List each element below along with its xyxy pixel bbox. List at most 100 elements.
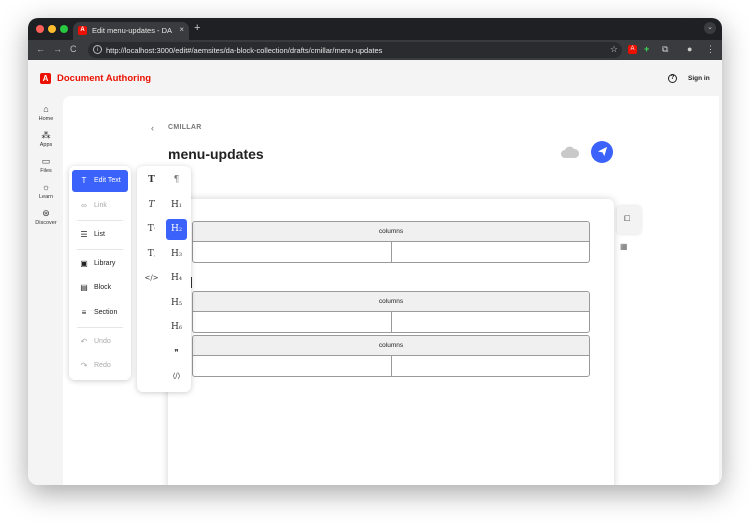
address-bar[interactable]: i http://localhost:3000/edit#/aemsites/d… [88, 42, 622, 58]
help-icon[interactable]: ? [668, 74, 677, 83]
table-cell[interactable] [193, 242, 392, 262]
menu-item-section[interactable]: ≡ Section [72, 302, 128, 324]
menu-item-list[interactable]: ☰ List [72, 224, 128, 246]
new-tab-button[interactable]: + [194, 22, 200, 34]
block-header: columns [193, 292, 589, 312]
page-title: menu-updates [168, 146, 264, 162]
tab-close-icon[interactable]: × [179, 25, 184, 34]
breadcrumb[interactable]: CMILLAR [168, 124, 202, 131]
nav-learn[interactable]: ☼ Learn [32, 182, 60, 200]
nav-discover-label: Discover [35, 220, 57, 226]
back-chevron-icon[interactable]: ‹ [151, 123, 154, 133]
folder-icon: ▭ [41, 156, 51, 166]
send-icon [597, 146, 607, 157]
list-icon: ☰ [80, 230, 88, 239]
extensions-puzzle-icon[interactable]: ⧉ [662, 44, 668, 55]
block-header: columns [193, 336, 589, 356]
table-cell[interactable] [392, 312, 590, 332]
text-format-menu: T T T' T, </> ¶ H1 H2 H3 H4 H5 H6 ❞ ⟨/⟩ [137, 166, 191, 392]
insert-menu: T Edit Text ∞ Link ☰ List ▣ Library ▤ Bl… [69, 166, 131, 380]
menu-item-label: List [94, 231, 105, 238]
comment-icon: ⧠ [624, 214, 631, 223]
divider [77, 327, 123, 328]
columns-block[interactable]: columns [192, 291, 590, 333]
home-icon: ⌂ [43, 104, 49, 114]
menu-item-label: Library [94, 260, 116, 267]
text-caret [191, 277, 192, 288]
browser-toolbar: ← → C i http://localhost:3000/edit#/aems… [28, 40, 722, 60]
text-icon: T [81, 176, 87, 185]
table-row [193, 312, 589, 332]
blockquote-icon[interactable]: ❞ [166, 342, 187, 363]
nav-files-label: Files [40, 168, 52, 174]
nav-apps[interactable]: ⁂ Apps [32, 130, 60, 148]
editor-surface[interactable]: columns columns columns [168, 199, 614, 485]
menu-item-undo[interactable]: ↶ Undo [72, 331, 128, 353]
section-icon: ≡ [81, 308, 87, 317]
heading-4-icon[interactable]: H4 [166, 268, 187, 289]
menu-item-library[interactable]: ▣ Library [72, 253, 128, 275]
divider [77, 220, 123, 221]
table-cell[interactable] [392, 356, 590, 376]
reload-button[interactable]: C [70, 44, 77, 54]
heading-3-icon[interactable]: H3 [166, 244, 187, 265]
sign-in-button[interactable]: Sign in [688, 75, 710, 82]
nav-discover[interactable]: ⊛ Discover [32, 208, 60, 226]
table-cell[interactable] [392, 242, 590, 262]
adobe-extension-icon[interactable]: A [628, 45, 637, 54]
library-icon: ▣ [80, 259, 88, 268]
undo-icon: ↶ [80, 337, 88, 346]
nav-learn-label: Learn [38, 194, 54, 200]
menu-item-redo[interactable]: ↷ Redo [72, 355, 128, 377]
paragraph-icon[interactable]: ¶ [166, 170, 187, 191]
browser-tab[interactable]: A Edit menu-updates - DA × [73, 22, 189, 40]
nav-home-label: Home [38, 116, 54, 122]
tab-search-button[interactable]: ⌄ [704, 22, 716, 34]
heading-1-icon[interactable]: H1 [166, 195, 187, 216]
comments-button[interactable]: ⧠ [617, 206, 641, 234]
menu-item-label: Section [94, 309, 118, 316]
bold-text-icon[interactable]: T [141, 170, 162, 191]
maximize-window-button[interactable] [60, 25, 68, 33]
redo-icon: ↷ [80, 361, 88, 370]
close-window-button[interactable] [36, 25, 44, 33]
subscript-icon[interactable]: T, [141, 244, 162, 265]
title-bar: A Edit menu-updates - DA × + ⌄ [28, 18, 722, 40]
forward-button[interactable]: → [53, 44, 62, 54]
menu-item-link[interactable]: ∞ Link [72, 195, 128, 217]
apps-icon: ⁂ [41, 130, 51, 140]
browser-menu-icon[interactable]: ⋮ [706, 44, 715, 55]
cloud-icon [561, 146, 580, 158]
heading-2-icon[interactable]: H2 [166, 219, 187, 240]
minimize-window-button[interactable] [48, 25, 56, 33]
table-row [193, 242, 589, 262]
table-cell[interactable] [193, 312, 392, 332]
plus-extension-icon[interactable]: + [644, 44, 649, 54]
nav-home[interactable]: ⌂ Home [32, 104, 60, 122]
divider [77, 249, 123, 250]
bookmark-star-icon[interactable]: ☆ [610, 44, 618, 55]
menu-item-label: Block [94, 284, 112, 291]
code-block-icon[interactable]: ⟨/⟩ [166, 366, 187, 387]
app-area: A Document Authoring ? Sign in ⌂ Home ⁂ … [28, 60, 722, 485]
menu-item-block[interactable]: ▤ Block [72, 277, 128, 299]
code-icon[interactable]: </> [141, 268, 162, 289]
block-header: columns [193, 222, 589, 242]
italic-text-icon[interactable]: T [141, 195, 162, 216]
nav-files[interactable]: ▭ Files [32, 156, 60, 174]
menu-item-label: Link [94, 202, 107, 209]
compass-icon: ⊛ [42, 208, 50, 218]
calendar-icon[interactable]: ▦ [620, 242, 628, 251]
menu-item-label: Redo [94, 362, 111, 369]
profile-icon[interactable]: ● [687, 44, 692, 54]
superscript-icon[interactable]: T' [141, 219, 162, 240]
publish-button[interactable] [591, 141, 613, 163]
columns-block[interactable]: columns [192, 335, 590, 377]
columns-block[interactable]: columns [192, 221, 590, 263]
table-cell[interactable] [193, 356, 392, 376]
back-button[interactable]: ← [36, 44, 45, 54]
menu-item-edit-text[interactable]: T Edit Text [72, 170, 128, 192]
site-info-icon[interactable]: i [93, 45, 102, 54]
heading-5-icon[interactable]: H5 [166, 293, 187, 314]
heading-6-icon[interactable]: H6 [166, 317, 187, 338]
